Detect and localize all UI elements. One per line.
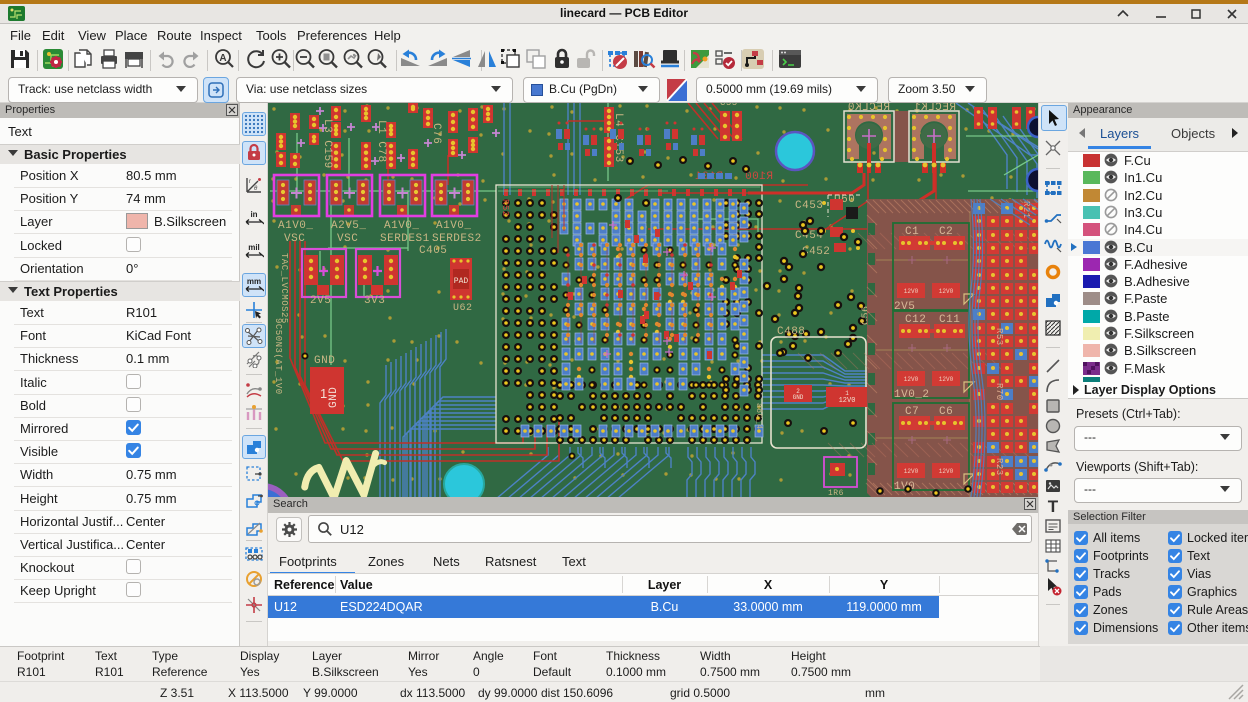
svg-text:1R6: 1R6 bbox=[828, 489, 844, 497]
svg-text:R100: R100 bbox=[745, 171, 773, 183]
svg-text:1V0_2: 1V0_2 bbox=[894, 389, 930, 401]
svg-text:A2V5_: A2V5_ bbox=[331, 220, 367, 232]
svg-text:VSC: VSC bbox=[284, 233, 305, 245]
svg-text:A: A bbox=[219, 53, 226, 64]
svg-text:θ: θ bbox=[254, 186, 258, 192]
svg-text:U62: U62 bbox=[453, 303, 473, 314]
svg-text:r: r bbox=[249, 179, 251, 185]
svg-text:RECLK1: RECLK1 bbox=[913, 103, 956, 114]
svg-text:mm: mm bbox=[247, 277, 261, 286]
svg-text:TAC_LVCMOS25: TAC_LVCMOS25 bbox=[279, 253, 289, 324]
svg-text:12V0: 12V0 bbox=[939, 376, 954, 383]
svg-text:GND: GND bbox=[328, 387, 340, 408]
svg-text:C453: C453 bbox=[795, 200, 823, 212]
svg-text:2V5: 2V5 bbox=[310, 295, 331, 307]
svg-text:C55: C55 bbox=[720, 103, 738, 108]
svg-text:a8C_4: a8C_4 bbox=[754, 403, 763, 430]
svg-text:RECLK0: RECLK0 bbox=[847, 103, 890, 114]
svg-text:R23: R23 bbox=[994, 458, 1004, 476]
svg-text:A1V0_: A1V0_ bbox=[436, 220, 472, 232]
svg-text:mil: mil bbox=[248, 243, 260, 252]
svg-text:A1V0_: A1V0_ bbox=[278, 220, 314, 232]
svg-text:SERDES1: SERDES1 bbox=[380, 233, 430, 245]
svg-text:3V3: 3V3 bbox=[364, 295, 385, 307]
svg-text:C83: C83 bbox=[276, 103, 294, 106]
svg-text:R70: R70 bbox=[994, 383, 1004, 401]
svg-text:C405: C405 bbox=[419, 245, 447, 257]
svg-text:PAD: PAD bbox=[454, 277, 469, 286]
svg-text:12V0: 12V0 bbox=[939, 468, 954, 475]
svg-text:12V0: 12V0 bbox=[904, 288, 919, 295]
svg-text:GND: GND bbox=[314, 355, 335, 367]
svg-text:C488: C488 bbox=[777, 326, 805, 338]
svg-text:GND: GND bbox=[793, 394, 804, 401]
svg-text:9C50N3(AT_1V0: 9C50N3(AT_1V0 bbox=[273, 318, 283, 395]
svg-text:R52: R52 bbox=[500, 199, 510, 217]
svg-text:1V0: 1V0 bbox=[894, 481, 915, 493]
svg-text:L1 C78: L1 C78 bbox=[375, 120, 387, 163]
svg-text:VSC: VSC bbox=[337, 233, 358, 245]
svg-text:in: in bbox=[250, 210, 257, 219]
svg-text:1: 1 bbox=[845, 390, 849, 397]
svg-text:T: T bbox=[1048, 497, 1059, 516]
svg-text:12V0: 12V0 bbox=[939, 288, 954, 295]
svg-text:R53: R53 bbox=[994, 328, 1004, 346]
svg-text:L3 C159: L3 C159 bbox=[321, 119, 333, 169]
svg-text:12V0: 12V0 bbox=[904, 376, 919, 383]
svg-text:A1V0_: A1V0_ bbox=[384, 220, 420, 232]
svg-text:12V0: 12V0 bbox=[839, 397, 856, 405]
svg-text:12V0: 12V0 bbox=[904, 468, 919, 475]
svg-text:C76: C76 bbox=[430, 123, 442, 144]
svg-text:1: 1 bbox=[320, 386, 327, 401]
svg-text:SERDES2: SERDES2 bbox=[432, 233, 482, 245]
